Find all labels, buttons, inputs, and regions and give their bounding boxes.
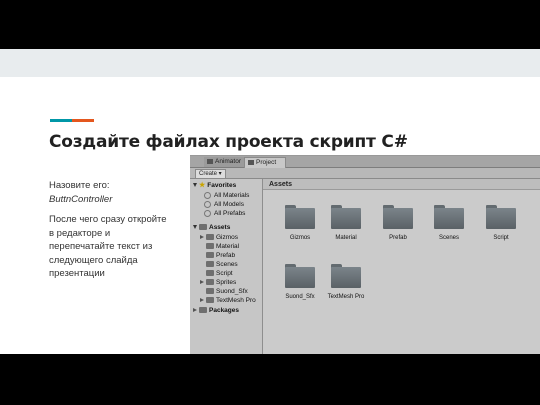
search-icon	[204, 191, 211, 199]
asset-label: Scenes	[438, 235, 459, 241]
chevron-right-icon[interactable]	[200, 298, 204, 303]
animator-icon	[207, 158, 213, 164]
tree-label: Sprites	[216, 279, 237, 286]
tree-item-all-prefabs[interactable]: All Prefabs	[204, 209, 245, 218]
tree-item-textmesh-pro[interactable]: TextMesh Pro	[200, 296, 256, 305]
folder-icon	[383, 205, 413, 229]
asset-label: TextMesh Pro	[327, 294, 365, 300]
asset-folder-textmesh-pro[interactable]: TextMesh Pro	[326, 264, 366, 306]
project-tree: ★ Favorites All Materials All Models All …	[190, 179, 263, 354]
asset-folder-scenes[interactable]: Scenes	[429, 205, 469, 247]
tree-item-suond-sfx[interactable]: Suond_Sfx	[206, 287, 248, 296]
accent-line-orange	[72, 119, 94, 122]
asset-label: Prefab	[389, 235, 407, 241]
tree-label: TextMesh Pro	[216, 297, 256, 304]
folder-icon	[285, 205, 315, 229]
tab-bar: Animator Project	[190, 156, 540, 168]
instruction-label: Назовите его:	[49, 180, 110, 191]
slide-title: Создайте файлах проекта скрипт C#	[49, 132, 408, 152]
project-toolbar: Create ▾	[190, 168, 540, 179]
asset-folder-prefab[interactable]: Prefab	[378, 205, 418, 247]
tree-item-sprites[interactable]: Sprites	[200, 278, 236, 287]
unity-project-window: Animator Project Create ▾ ★ Favorites All…	[190, 155, 540, 354]
asset-folder-gizmos[interactable]: Gizmos	[280, 205, 320, 247]
instruction-name: Назовите его: ButtnController	[49, 179, 174, 206]
search-icon	[204, 200, 211, 208]
folder-icon	[206, 270, 214, 277]
tree-label: All Prefabs	[214, 210, 246, 217]
tree-label: Prefab	[216, 252, 236, 259]
tab-label: Project	[256, 159, 277, 166]
tree-favorites[interactable]: ★ Favorites	[193, 181, 236, 190]
chevron-right-icon[interactable]	[193, 308, 197, 313]
asset-label: Gizmos	[289, 235, 311, 241]
project-icon	[248, 159, 254, 165]
folder-icon	[486, 205, 516, 229]
top-band	[0, 49, 540, 77]
create-button[interactable]: Create ▾	[195, 169, 226, 179]
tab-animator[interactable]: Animator	[204, 157, 248, 167]
folder-icon	[285, 264, 315, 288]
tree-label: Assets	[209, 224, 231, 231]
search-icon	[204, 209, 211, 217]
folder-icon	[206, 288, 214, 295]
tab-label: Animator	[215, 158, 242, 165]
tree-label: Suond_Sfx	[216, 288, 248, 295]
instruction-text: После чего сразу откройте в редакторе и …	[49, 214, 167, 279]
chevron-down-icon[interactable]	[193, 183, 197, 188]
asset-label: Material	[335, 235, 357, 241]
tree-item-gizmos[interactable]: Gizmos	[200, 233, 238, 242]
tree-packages[interactable]: Packages	[193, 306, 239, 315]
asset-folder-material[interactable]: Material	[326, 205, 366, 247]
tree-label: Material	[216, 243, 240, 250]
tree-label: Favorites	[207, 182, 237, 189]
tree-item-prefab[interactable]: Prefab	[206, 251, 235, 260]
folder-icon	[199, 224, 207, 231]
accent-line-teal	[50, 119, 72, 122]
asset-label: Suond_Sfx	[285, 294, 315, 300]
tree-label: Script	[216, 270, 233, 277]
folder-icon	[206, 243, 214, 250]
folder-icon	[206, 252, 214, 259]
tree-item-scenes[interactable]: Scenes	[206, 260, 238, 269]
tree-item-all-models[interactable]: All Models	[204, 200, 244, 209]
tree-item-material[interactable]: Material	[206, 242, 239, 251]
chevron-right-icon[interactable]	[200, 280, 204, 285]
tree-label: Gizmos	[216, 234, 239, 241]
folder-icon	[206, 297, 214, 304]
asset-label: Script	[493, 235, 509, 241]
folder-icon	[206, 234, 214, 241]
folder-icon	[206, 261, 214, 268]
assets-breadcrumb: Assets	[263, 179, 540, 190]
folder-icon	[199, 307, 207, 314]
script-name: ButtnController	[49, 193, 113, 205]
star-icon: ★	[199, 182, 206, 189]
tree-item-all-materials[interactable]: All Materials	[204, 191, 249, 200]
tree-label: Scenes	[216, 261, 238, 268]
tree-label: All Materials	[214, 192, 250, 199]
asset-folder-suond-sfx[interactable]: Suond_Sfx	[280, 264, 320, 306]
tree-item-script[interactable]: Script	[206, 269, 233, 278]
tab-project[interactable]: Project	[244, 157, 286, 168]
folder-icon	[331, 264, 361, 288]
chevron-right-icon[interactable]	[200, 235, 204, 240]
tree-label: Packages	[209, 307, 239, 314]
assets-panel: Assets Gizmos Material Prefab Scenes Scr…	[263, 179, 540, 354]
folder-icon	[434, 205, 464, 229]
folder-icon	[331, 205, 361, 229]
slide: Создайте файлах проекта скрипт C# Назови…	[0, 49, 540, 354]
tree-assets[interactable]: Assets	[193, 223, 230, 232]
folder-icon	[206, 279, 214, 286]
asset-folder-script[interactable]: Script	[481, 205, 521, 247]
chevron-down-icon[interactable]	[193, 225, 197, 230]
tree-label: All Models	[214, 201, 244, 208]
